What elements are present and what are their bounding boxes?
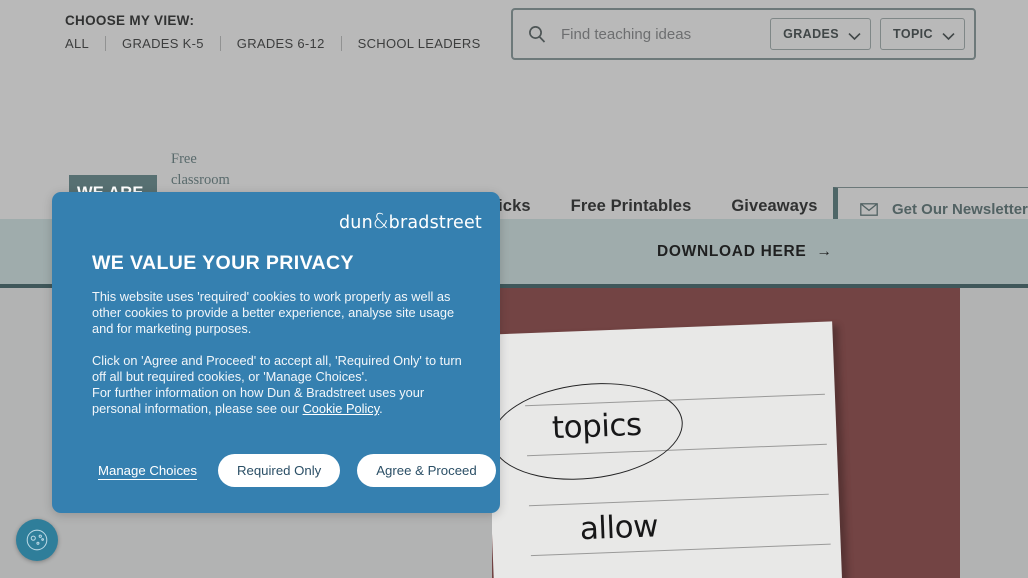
consent-body: This website uses 'required' cookies to … <box>92 289 462 417</box>
consent-actions: Manage Choices Required Only Agree & Pro… <box>92 454 496 487</box>
newsletter-label: Get Our Newsletter <box>892 200 1028 218</box>
envelope-icon <box>860 202 878 216</box>
search-bar[interactable]: GRADES TOPIC <box>511 8 976 60</box>
cookie-preferences-icon[interactable] <box>16 519 58 561</box>
notebook-paper-illustration: topics allow <box>492 321 844 578</box>
cookie-policy-link[interactable]: Cookie Policy <box>303 401 380 416</box>
consent-title: WE VALUE YOUR PRIVACY <box>92 252 354 274</box>
view-link-grades-612[interactable]: GRADES 6-12 <box>221 36 341 51</box>
brand-dun: dun <box>338 213 373 233</box>
brand-ampersand: & <box>372 209 389 233</box>
view-link-grades-k5[interactable]: GRADES K-5 <box>106 36 220 51</box>
hero-image: topics allow <box>492 288 960 578</box>
nav-item-giveaways[interactable]: Giveaways <box>731 197 817 216</box>
handwriting-topics: topics <box>551 406 643 447</box>
topic-filter-label: TOPIC <box>893 27 933 41</box>
consent-paragraph-2-end: . <box>379 401 383 417</box>
search-icon <box>527 24 547 44</box>
search-input[interactable] <box>561 25 771 43</box>
agree-proceed-button[interactable]: Agree & Proceed <box>357 454 496 487</box>
choose-view-label: CHOOSE MY VIEW: <box>65 13 195 28</box>
cookie-consent-dialog: dun&bradstreet WE VALUE YOUR PRIVACY Thi… <box>52 192 500 513</box>
download-label: DOWNLOAD HERE <box>657 242 807 260</box>
handwriting-allow: allow <box>579 508 659 548</box>
consent-paragraph-2a: Click on 'Agree and Proceed' to accept a… <box>92 352 462 384</box>
chevron-down-icon <box>848 30 861 40</box>
nav-item-free-printables[interactable]: Free Printables <box>571 197 692 216</box>
download-here-link[interactable]: DOWNLOAD HERE → <box>657 243 833 261</box>
arrow-right-icon: → <box>816 242 833 260</box>
chevron-down-icon <box>942 30 955 40</box>
dun-bradstreet-logo: dun&bradstreet <box>339 209 482 233</box>
consent-paragraph-2: Click on 'Agree and Proceed' to accept a… <box>92 353 462 418</box>
required-only-button[interactable]: Required Only <box>217 454 341 487</box>
consent-paragraph-1: This website uses 'required' cookies to … <box>92 289 455 337</box>
manage-choices-button[interactable]: Manage Choices <box>92 462 201 479</box>
grades-filter-label: GRADES <box>783 27 840 41</box>
view-links: ALL GRADES K-5 GRADES 6-12 SCHOOL LEADER… <box>65 36 497 51</box>
view-link-all[interactable]: ALL <box>65 36 105 51</box>
grades-filter-dropdown[interactable]: GRADES <box>770 18 872 50</box>
topic-filter-dropdown[interactable]: TOPIC <box>880 18 965 50</box>
view-link-school-leaders[interactable]: SCHOOL LEADERS <box>342 36 497 51</box>
utility-bar: CHOOSE MY VIEW: ALL GRADES K-5 GRADES 6-… <box>0 0 1028 66</box>
brand-bradstreet: bradstreet <box>388 213 482 233</box>
